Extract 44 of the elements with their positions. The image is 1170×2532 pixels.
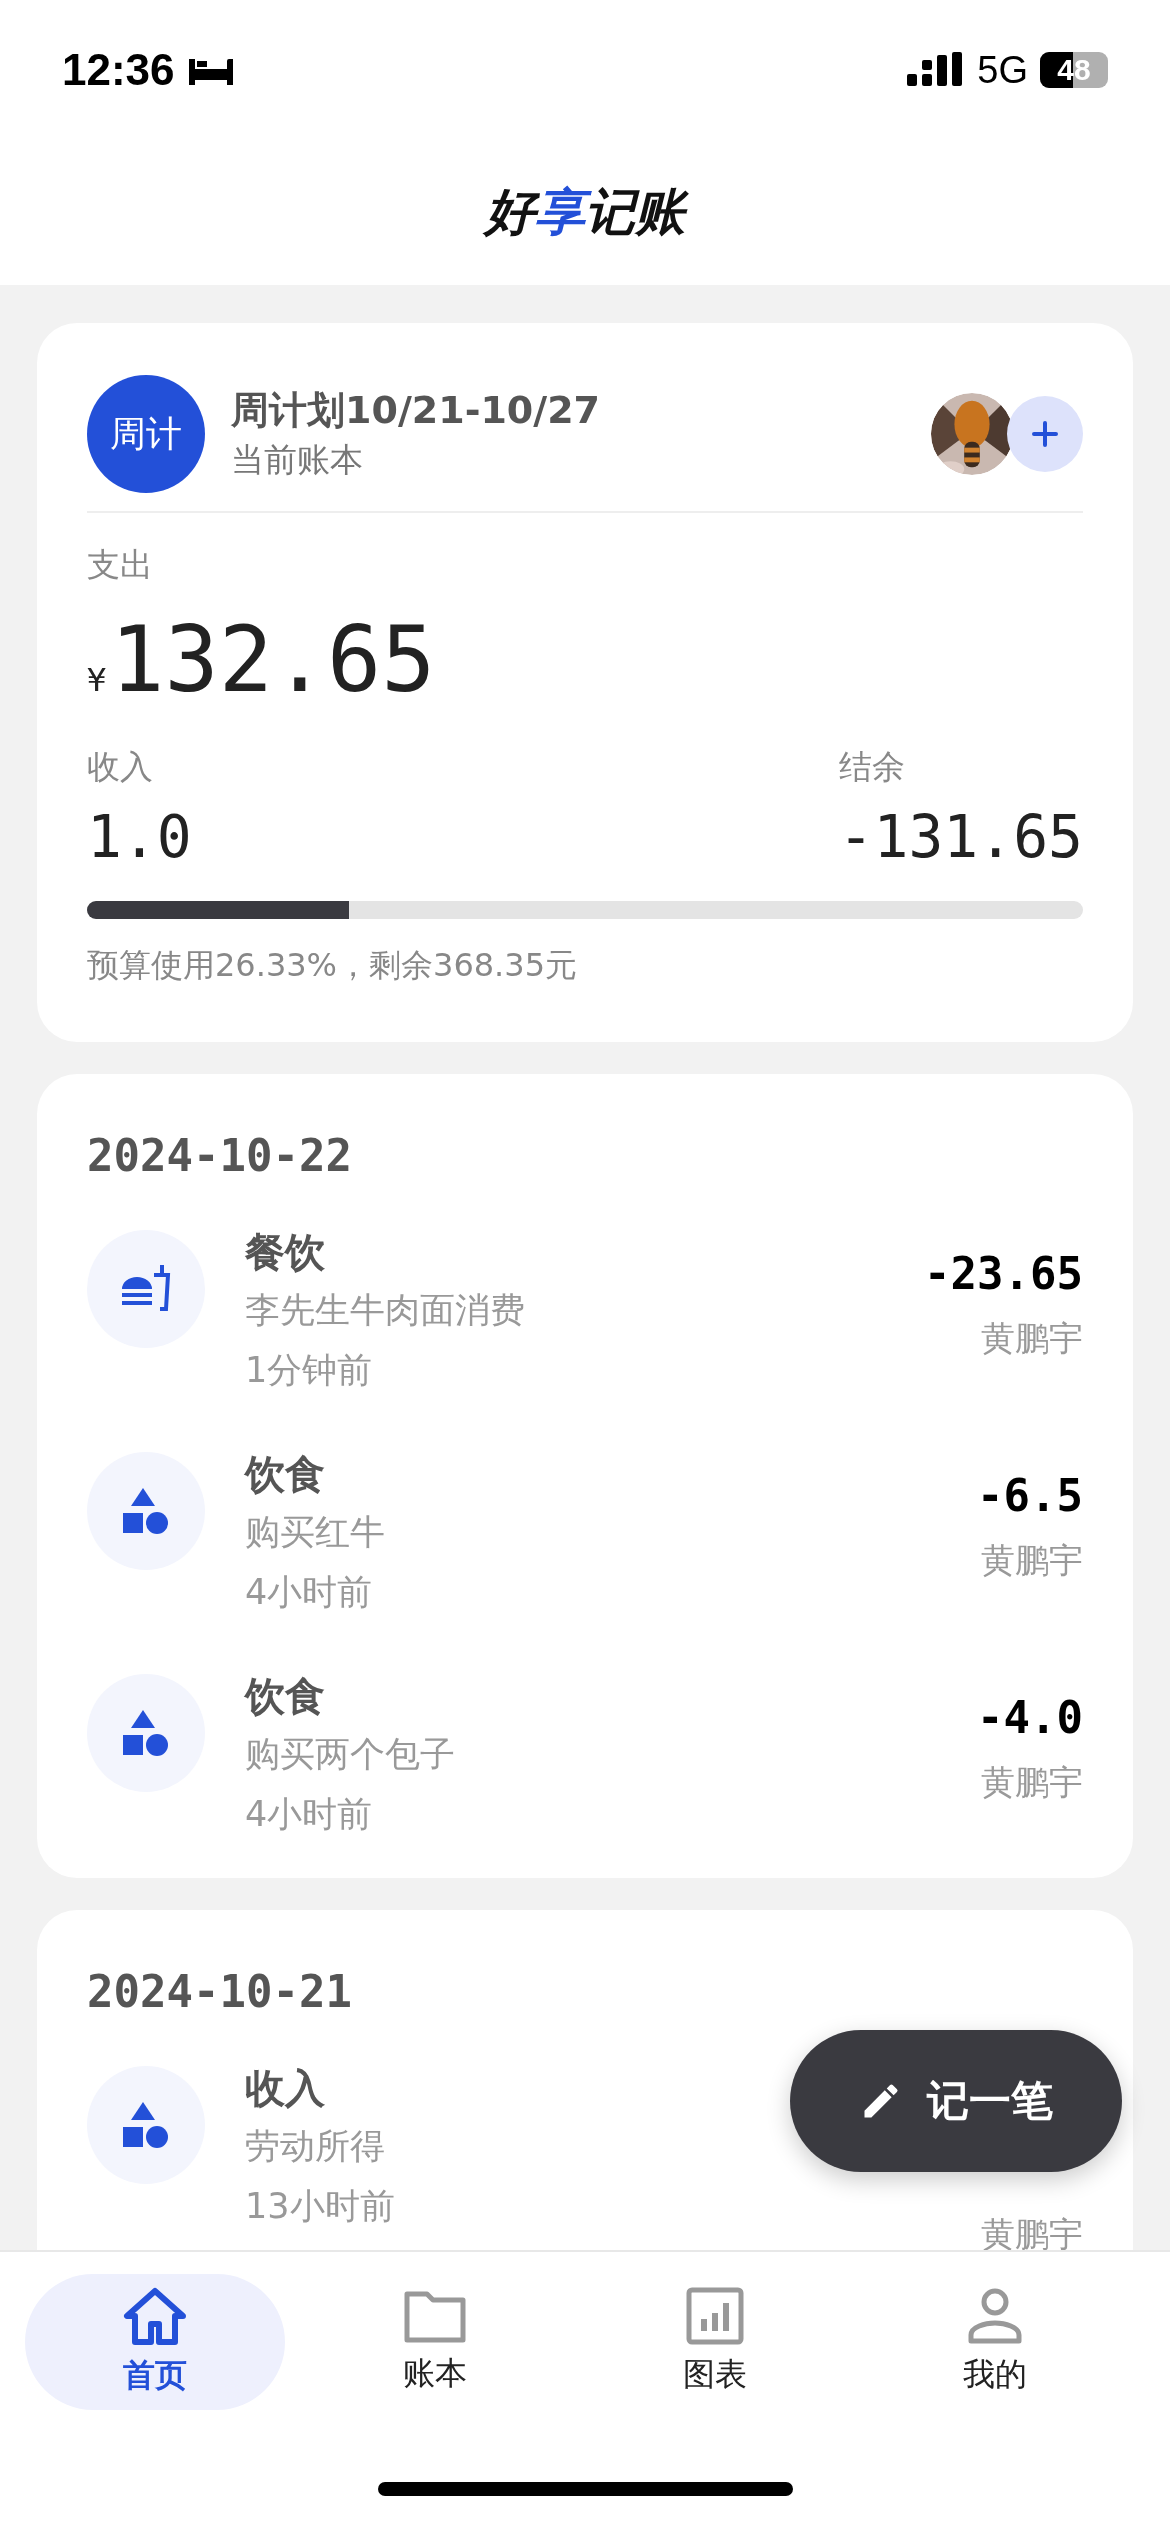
shapes-icon [121,1708,171,1758]
nav-tab[interactable]: 首页 [25,2274,285,2410]
entry-time: 13小时前 [245,2185,395,2228]
entry-category: 收入 [245,2064,326,2113]
nav-tab[interactable]: 我的 [865,2274,1125,2410]
income-amount: 1.0 [87,802,192,873]
entry-member: 黄鹏宇 [980,1761,1083,1804]
nav-tab[interactable]: 图表 [585,2274,845,2410]
expense-amount: 132.65 [110,606,436,714]
balance-label: 结余 [838,746,906,788]
entry-time: 1分钟前 [245,1349,374,1392]
network-label: 5G [977,48,1028,92]
balance-amount: -131.65 [838,802,1083,873]
ledger-badge[interactable]: 周计 [87,375,205,493]
entry-note: 购买红牛 [245,1511,385,1554]
ledger-name: 周计划10/21-10/27 [231,387,602,434]
expense-label: 支出 [87,544,154,586]
ledger-subtitle: 当前账本 [231,439,364,481]
entry-category: 饮食 [245,1450,326,1499]
chart-icon [686,2287,744,2345]
shapes-icon [121,2100,171,2150]
entry-time: 4小时前 [245,1571,374,1614]
shapes-icon [121,1486,171,1536]
entry-member: 黄鹏宇 [980,1317,1083,1360]
entry-note: 购买两个包子 [245,1733,455,1776]
add-record-button[interactable]: 记一笔 [790,2030,1122,2172]
entry-amount: -4.0 [977,1691,1083,1745]
entry-note: 劳动所得 [245,2125,386,2168]
entry-amount: -6.5 [977,1469,1083,1523]
budget-text: 预算使用26.33%，剩余368.35元 [87,945,578,986]
status-time: 12:36 [62,45,175,95]
entry-note: 李先生牛肉面消费 [245,1289,525,1332]
entry-category: 餐饮 [245,1228,326,1277]
entry-time: 4小时前 [245,1793,374,1836]
home-icon [123,2286,187,2346]
income-label: 收入 [87,746,154,788]
plus-icon [1032,421,1058,447]
entry-amount: -23.65 [924,1247,1083,1301]
entry-member: 黄鹏宇 [980,1539,1083,1582]
entry-category: 饮食 [245,1672,326,1721]
nav-tab[interactable]: 账本 [305,2274,565,2410]
day-date: 2024-10-21 [87,1965,353,2019]
currency-sign: ¥ [87,661,107,699]
day-date: 2024-10-22 [87,1129,353,1183]
